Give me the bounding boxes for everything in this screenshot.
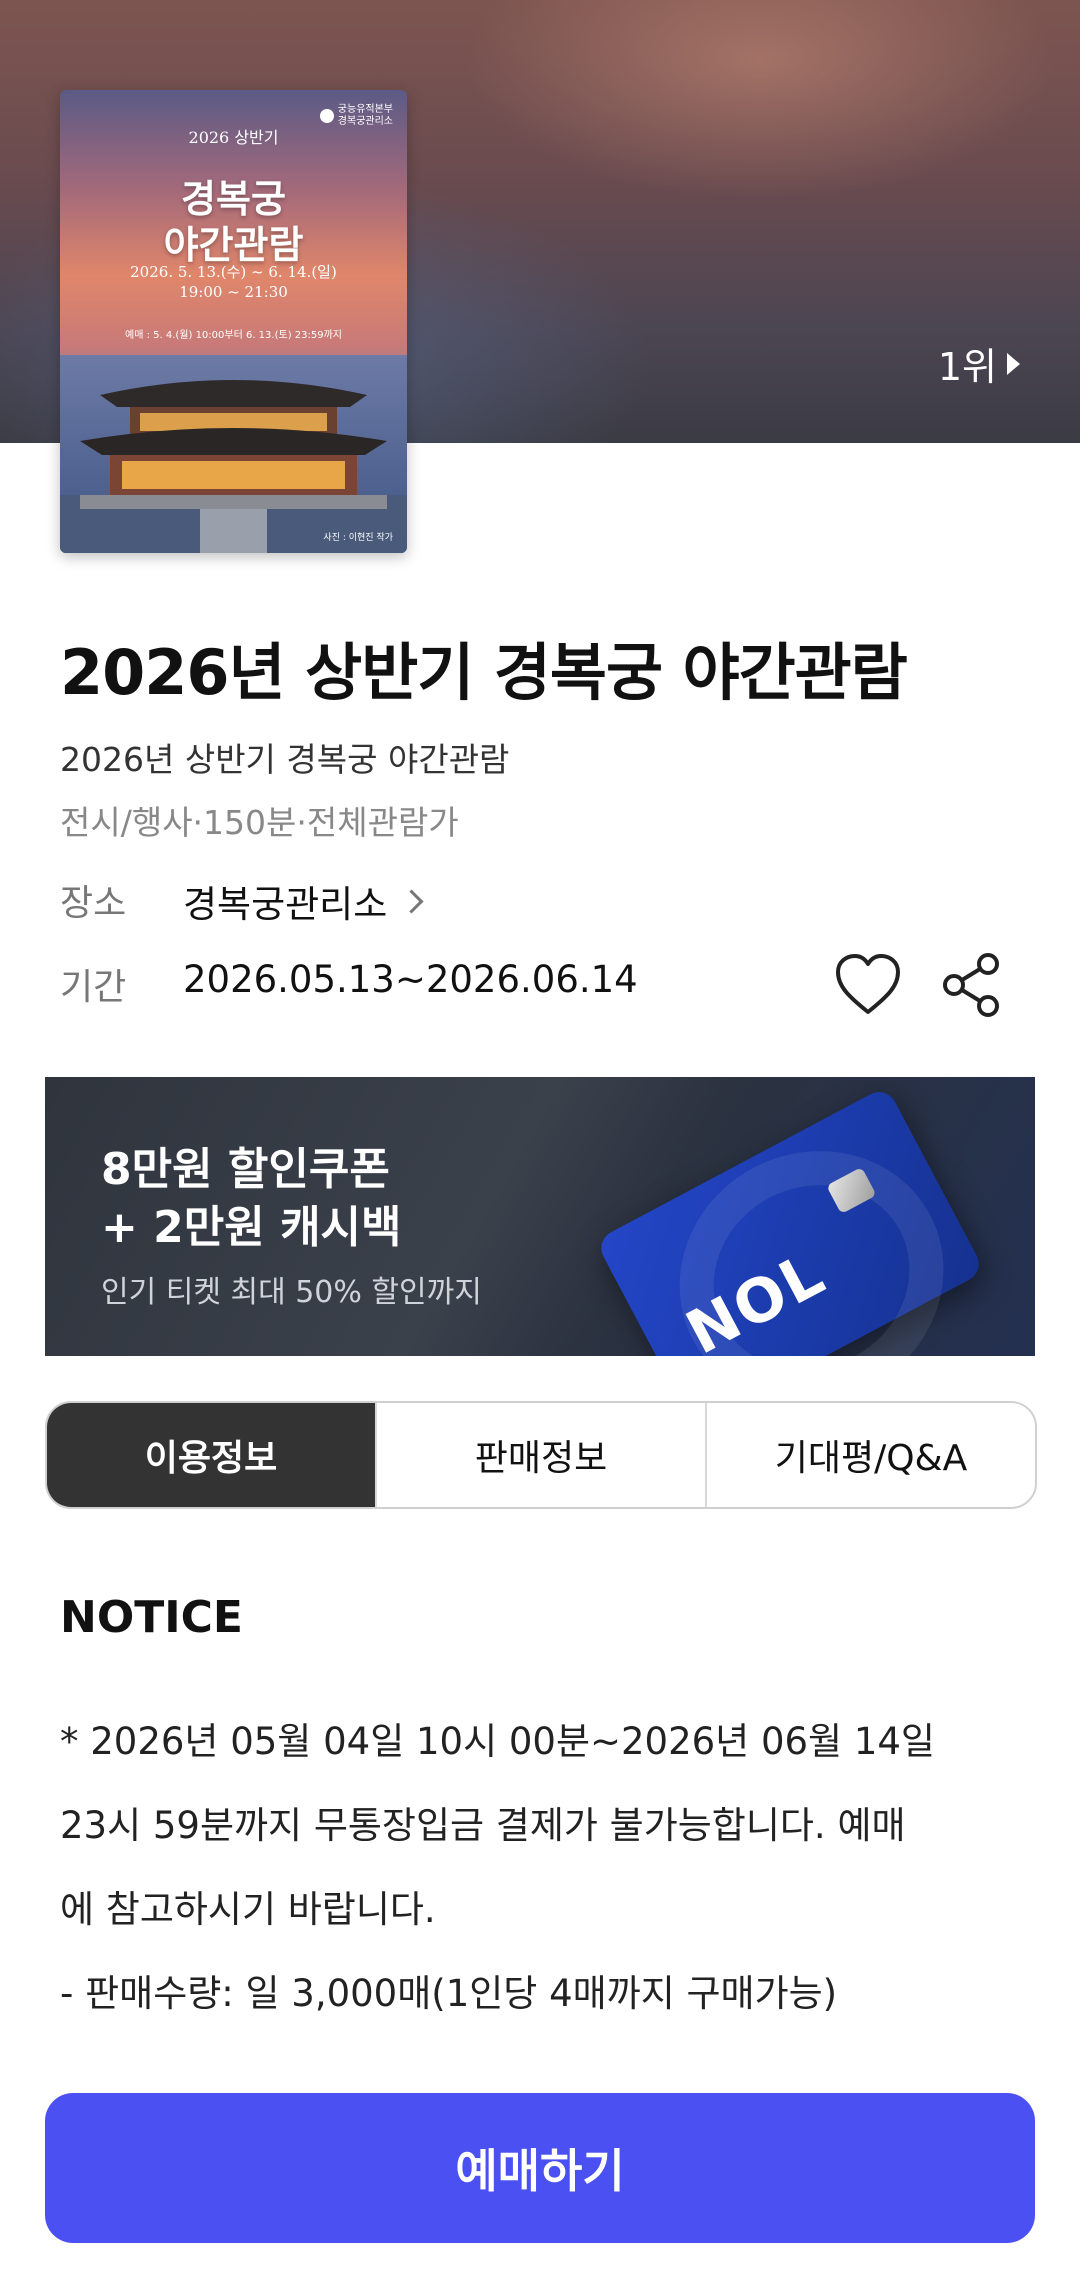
notice-line: - 판매수량: 일 3,000매(1인당 4매까지 구매가능) xyxy=(60,1972,838,2015)
place-link[interactable]: 경복궁관리소 xyxy=(183,874,424,928)
heart-icon[interactable] xyxy=(834,952,902,1018)
place-value: 경복궁관리소 xyxy=(183,883,388,926)
event-subtitle: 2026년 상반기 경복궁 야간관람 xyxy=(60,740,510,779)
chevron-right-icon xyxy=(399,888,424,914)
period-value: 2026.05.13~2026.06.14 xyxy=(183,958,638,1001)
poster-dates: 2026. 5. 13.(수) ~ 6. 14.(일) 19:00 ~ 21:3… xyxy=(60,262,407,302)
palace-illustration xyxy=(60,355,407,553)
tab-sales-info[interactable]: 판매정보 xyxy=(375,1403,705,1507)
poster-sale-line: 예매 : 5. 4.(월) 10:00부터 6. 13.(토) 23:59까지 xyxy=(125,330,342,341)
rank-link[interactable]: 1위 xyxy=(938,336,1020,391)
poster-org-line1: 궁능유적본부 xyxy=(337,104,393,115)
share-icon[interactable] xyxy=(940,952,1004,1018)
notice-heading: NOTICE xyxy=(60,1592,243,1643)
notice-line: 23시 59분까지 무통장입금 결제가 불가능합니다. 예매 xyxy=(60,1804,906,1847)
event-title: 2026년 상반기 경복궁 야간관람 xyxy=(60,636,908,709)
book-button[interactable]: 예매하기 xyxy=(45,2093,1035,2243)
promo-banner[interactable]: 8만원 할인쿠폰 + 2만원 캐시백 인기 티켓 최대 50% 할인까지 NOL xyxy=(45,1077,1035,1356)
tab-reviews-qa[interactable]: 기대평/Q&A xyxy=(705,1403,1035,1507)
tab-usage-info[interactable]: 이용정보 xyxy=(47,1403,375,1507)
event-poster[interactable]: 궁능유적본부 경복궁관리소 2026 상반기 경복궁 야간관람 2026. 5.… xyxy=(60,90,407,553)
period-label: 기간 xyxy=(60,967,127,1008)
info-tabs: 이용정보 판매정보 기대평/Q&A xyxy=(45,1401,1037,1509)
nol-card-image: NOL xyxy=(595,1085,989,1356)
notice-body: * 2026년 05월 04일 10시 00분~2026년 06월 14일 23… xyxy=(60,1700,1020,2036)
poster-title-line2: 야간관람 xyxy=(163,223,304,267)
place-label: 장소 xyxy=(60,883,127,924)
emblem-icon xyxy=(319,109,334,123)
poster-credit: 사진 : 이현진 작가 xyxy=(323,533,393,543)
notice-line: 에 참고하시기 바랍니다. xyxy=(60,1888,436,1931)
rank-arrow-icon xyxy=(1007,352,1020,375)
poster-half-label: 2026 상반기 xyxy=(188,128,279,147)
banner-line2: + 2만원 캐시백 xyxy=(101,1202,402,1253)
notice-line: * 2026년 05월 04일 10시 00분~2026년 06월 14일 xyxy=(60,1720,935,1763)
banner-line3: 인기 티켓 최대 50% 할인까지 xyxy=(101,1275,482,1310)
banner-line1: 8만원 할인쿠폰 xyxy=(101,1144,390,1195)
poster-dates-line2: 19:00 ~ 21:30 xyxy=(179,283,288,301)
rank-label: 1위 xyxy=(937,345,997,389)
poster-dates-line1: 2026. 5. 13.(수) ~ 6. 14.(일) xyxy=(130,263,337,281)
event-meta: 전시/행사·150분·전체관람가 xyxy=(60,803,459,842)
